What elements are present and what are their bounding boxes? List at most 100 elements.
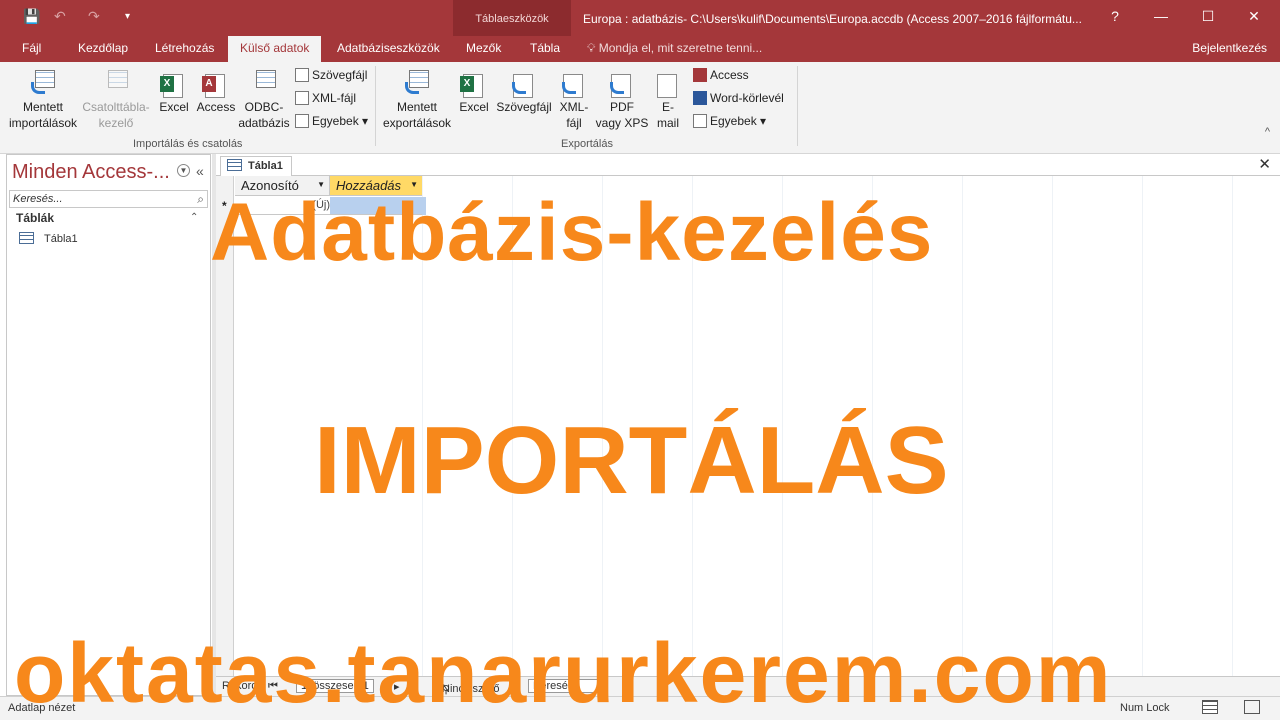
export-more-button[interactable]: Egyebek ▾ <box>693 114 766 128</box>
tab-table[interactable]: Tábla <box>530 41 560 55</box>
tab-database-tools[interactable]: Adatbáziseszközök <box>337 41 440 55</box>
export-email-button[interactable]: E- mail <box>652 66 684 131</box>
import-more-label: Egyebek <box>312 114 359 128</box>
nav-item-table1[interactable]: Tábla1 <box>19 232 78 245</box>
nav-search-input[interactable]: Keresés... ⌕ <box>9 190 208 208</box>
datasheet-view-icon[interactable] <box>1202 700 1218 714</box>
import-xml-file-button[interactable]: XML-fájl <box>295 91 356 105</box>
overlay-subtitle: IMPORTÁLÁS <box>314 407 949 514</box>
import-text-file-label: Szövegfájl <box>312 68 368 82</box>
window-title: Europa : adatbázis- C:\Users\kulif\Docum… <box>583 12 1082 26</box>
group-separator <box>375 66 376 146</box>
tab-file[interactable]: Fájl <box>22 41 41 55</box>
redo-icon[interactable]: ↷ <box>88 8 100 25</box>
odbc-database-icon <box>248 66 280 96</box>
context-tools-label: Táblaeszközök <box>475 13 549 25</box>
tell-me-text: Mondja el, mit szeretne tenni... <box>598 41 763 55</box>
export-pdf-button[interactable]: PDF vagy XPS <box>594 66 650 131</box>
document-tab-bar: Tábla1 ✕ <box>216 154 1280 176</box>
help-button[interactable]: ? <box>1105 8 1125 24</box>
export-pdf-label: PDF <box>610 100 634 114</box>
linked-table-manager-label: Csatolttábla- <box>82 100 150 114</box>
export-xml-label: XML- <box>559 100 589 114</box>
import-xml-file-label: XML-fájl <box>312 91 357 105</box>
document-tab-table1[interactable]: Tábla1 <box>220 156 292 176</box>
minimize-button[interactable]: — <box>1151 8 1171 24</box>
grid-line <box>962 176 963 676</box>
maximize-button[interactable]: ☐ <box>1198 8 1218 25</box>
ribbon-tab-row: Fájl Kezdőlap Létrehozás Külső adatok Ad… <box>0 36 1280 62</box>
saved-imports-label-2: importálások <box>8 116 78 130</box>
nav-search-placeholder: Keresés... <box>13 193 63 205</box>
pdf-icon <box>606 66 638 98</box>
export-xml-label-2: fájl <box>566 116 582 130</box>
export-word-merge-label: Word-körlevél <box>710 91 784 105</box>
odbc-label: ODBC- <box>244 100 284 114</box>
close-button[interactable]: ✕ <box>1244 8 1264 25</box>
import-more-button[interactable]: Egyebek ▾ <box>295 114 368 128</box>
export-access-button[interactable]: Access <box>693 68 749 82</box>
lightbulb-icon: 💡︎ <box>587 41 596 55</box>
export-excel-button[interactable]: X Excel <box>456 66 492 115</box>
email-icon <box>652 66 684 98</box>
nav-group-tables[interactable]: Táblák <box>16 211 54 225</box>
nav-item-label: Tábla1 <box>44 233 78 245</box>
import-text-file-button[interactable]: Szövegfájl <box>295 68 367 82</box>
more-icon <box>693 114 707 128</box>
saved-exports-label: Mentett <box>396 100 438 114</box>
export-access-label: Access <box>710 68 749 82</box>
tab-external-data[interactable]: Külső adatok <box>228 36 322 62</box>
saved-exports-label-2: exportálások <box>382 116 452 130</box>
document-tab-label: Tábla1 <box>248 160 283 172</box>
import-odbc-button[interactable]: ODBC- adatbázis <box>238 66 290 131</box>
more-icon <box>295 114 309 128</box>
excel-icon: X <box>458 66 490 98</box>
export-word-merge-button[interactable]: Word-körlevél <box>693 91 784 105</box>
export-email-label: E- <box>662 100 674 114</box>
overlay-website: oktatas.tanarurkerem.com <box>14 626 1113 720</box>
export-pdf-label-2: vagy XPS <box>595 116 649 130</box>
import-access-label: Access <box>196 100 236 114</box>
collapse-pane-icon[interactable]: « <box>196 163 204 179</box>
linked-table-manager-button[interactable]: Csatolttábla- kezelő <box>80 66 152 131</box>
undo-icon[interactable]: ↶ <box>54 8 66 25</box>
close-document-icon[interactable]: ✕ <box>1258 155 1271 173</box>
linked-table-manager-label-2: kezelő <box>98 116 134 130</box>
navigation-pane: Minden Access-... ▼ « Keresés... ⌕ Táblá… <box>6 154 211 696</box>
access-icon <box>693 68 707 82</box>
xml-file-icon <box>558 66 590 98</box>
saved-imports-button[interactable]: Mentett importálások <box>8 66 78 131</box>
sign-in-link[interactable]: Bejelentkezés <box>1192 41 1267 55</box>
nav-pane-title[interactable]: Minden Access-... <box>12 161 170 184</box>
tab-create[interactable]: Létrehozás <box>155 41 214 55</box>
saved-exports-button[interactable]: Mentett exportálások <box>382 66 452 131</box>
text-file-icon <box>508 66 540 98</box>
title-bar: 💾 ↶ ↷ ▾ Táblaeszközök Europa : adatbázis… <box>0 0 1280 62</box>
tab-fields[interactable]: Mezők <box>466 41 501 55</box>
xml-file-icon <box>295 91 309 105</box>
saved-exports-icon <box>401 66 433 96</box>
export-group-label: Exportálás <box>561 138 613 150</box>
tab-home[interactable]: Kezdőlap <box>78 41 128 55</box>
ribbon: Mentett importálások Csatolttábla- kezel… <box>0 62 1280 154</box>
tell-me-box[interactable]: 💡︎ Mondja el, mit szeretne tenni... <box>587 41 762 56</box>
word-icon <box>693 91 707 105</box>
collapse-group-icon[interactable]: ⌃ <box>190 212 198 223</box>
save-icon[interactable]: 💾 <box>23 8 40 25</box>
design-view-icon[interactable] <box>1244 700 1260 714</box>
export-xml-button[interactable]: XML- fájl <box>556 66 592 131</box>
import-excel-button[interactable]: X Excel <box>156 66 192 115</box>
import-group-label: Importálás és csatolás <box>133 138 243 150</box>
linked-table-manager-icon <box>100 66 132 96</box>
import-access-button[interactable]: A Access <box>196 66 236 115</box>
search-icon[interactable]: ⌕ <box>197 192 204 207</box>
grid-line <box>1052 176 1053 676</box>
chevron-down-icon[interactable]: ▼ <box>177 164 190 177</box>
export-text-file-button[interactable]: Szövegfájl <box>495 66 553 115</box>
saved-imports-icon <box>27 66 59 96</box>
odbc-label-2: adatbázis <box>238 116 290 130</box>
import-excel-label: Excel <box>159 100 189 114</box>
customize-quick-access-icon[interactable]: ▾ <box>125 11 130 22</box>
export-email-label-2: mail <box>656 116 679 130</box>
collapse-ribbon-icon[interactable]: ^ <box>1265 126 1270 138</box>
